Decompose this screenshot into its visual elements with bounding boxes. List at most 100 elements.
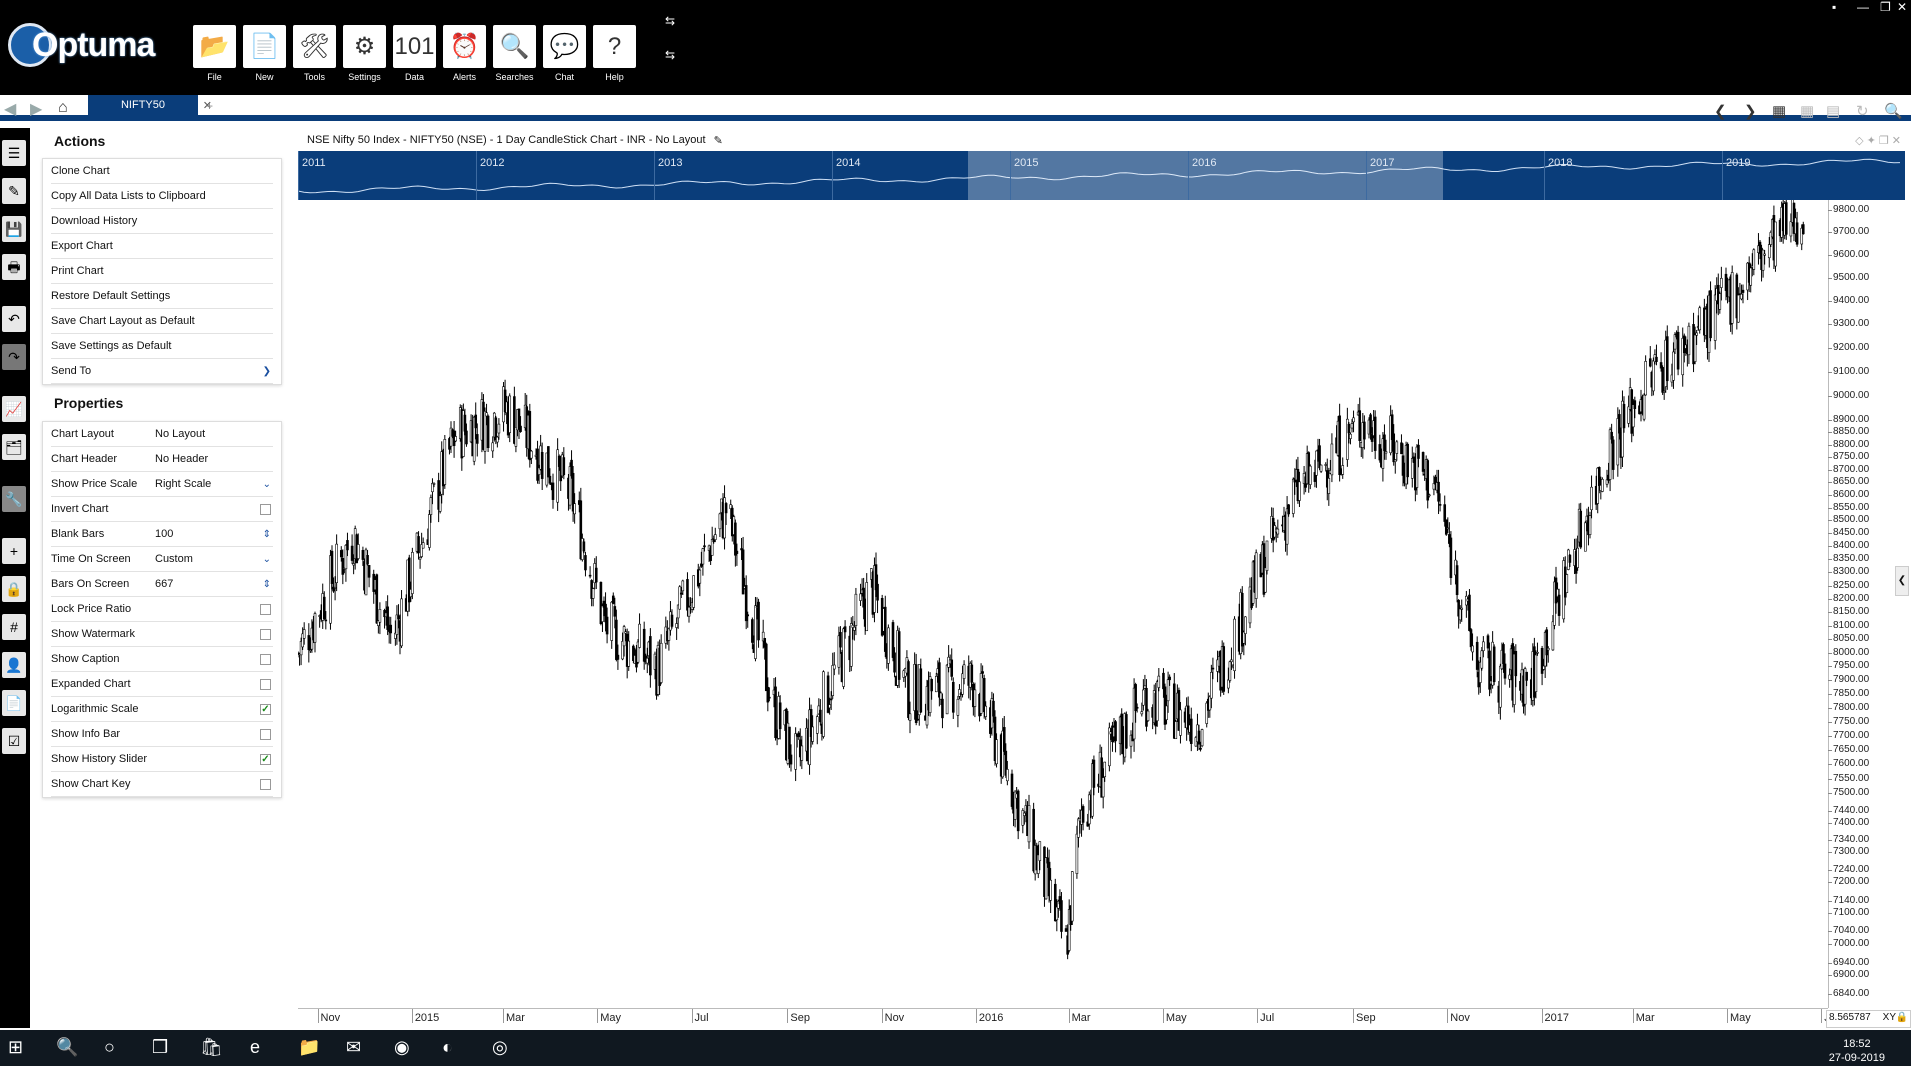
action-export-chart[interactable]: Export Chart [51,234,273,259]
chart-icon[interactable]: 📈 [2,396,26,422]
action-restore-default-settings[interactable]: Restore Default Settings [51,284,273,309]
toolbar-button-alerts[interactable]: ⏰ Alerts [443,25,486,86]
action-save-chart-layout-as-default[interactable]: Save Chart Layout as Default [51,309,273,334]
property-show-caption[interactable]: Show Caption [51,647,273,672]
optuma-taskbar-icon[interactable]: ◎ [492,1037,508,1058]
property-logarithmic-scale[interactable]: Logarithmic Scale ✓ [51,697,273,722]
redo-icon[interactable]: ↷ [2,344,26,370]
property-show-chart-key[interactable]: Show Chart Key [51,772,273,797]
property-bars-on-screen[interactable]: Bars On Screen 667 ⇕ [51,572,273,597]
minimize-icon[interactable]: — [1857,0,1869,14]
toolbar-button-tools[interactable]: 🛠 Tools [293,25,336,86]
checkbox[interactable] [260,628,271,640]
edit-pencil-icon[interactable]: ✎ [714,134,723,147]
maximize-icon[interactable]: ❐ [1880,0,1891,14]
tile-icon[interactable]: ▤ [1826,102,1840,120]
collapse-right-panel-icon[interactable]: ❮ [1895,566,1909,596]
chart-tools-icon[interactable]: ✎ [2,178,26,204]
property-value[interactable]: 667 [155,578,173,590]
property-show-price-scale[interactable]: Show Price Scale Right Scale ⌄ [51,472,273,497]
user-icon[interactable]: 👤 [2,652,26,678]
date-axis[interactable]: Nov 2015 Mar May Jul Sep Nov 2016 Mar May Jul Sep No… [298,1008,1836,1028]
save-icon[interactable]: 💾 [2,216,26,242]
price-chart-area[interactable] [298,200,1828,1008]
add-tab-icon[interactable]: + [206,99,213,113]
toolbar-button-help[interactable]: ? Help [593,25,636,86]
grid-lines-icon[interactable]: # [2,614,26,640]
document-icon[interactable]: 📄 [2,690,26,716]
window-icon[interactable]: ▪ [1832,0,1836,14]
property-time-on-screen[interactable]: Time On Screen Custom ⌄ [51,547,273,572]
print-icon[interactable]: 🖶 [2,254,26,280]
task-view-icon[interactable]: ❒ [152,1037,168,1058]
close-icon[interactable]: ✕ [1897,0,1907,14]
checkbox[interactable] [260,678,271,690]
search-icon[interactable]: 🔍 [1884,102,1903,120]
lock-icon[interactable]: 🔒 [2,576,26,602]
tab-nifty50[interactable]: NIFTY50 ✕ [88,95,212,115]
multi-chart-icon[interactable]: 🗂 [2,434,26,460]
forward-icon[interactable]: ▶ [30,99,42,119]
next-chart-icon[interactable]: ❯ [1744,102,1757,120]
property-blank-bars[interactable]: Blank Bars 100 ⇕ [51,522,273,547]
action-print-chart[interactable]: Print Chart [51,259,273,284]
edge-icon[interactable]: e [250,1037,260,1058]
action-send-to[interactable]: Send To ❯ [51,359,273,384]
property-chart-layout[interactable]: Chart Layout No Layout [51,422,273,447]
properties-tab-icon[interactable]: ☰ [2,140,26,166]
history-slider[interactable]: 2011 2012 2013 2014 2015 2016 2017 2018 2019 [297,151,1905,200]
property-value[interactable]: Right Scale [155,478,211,490]
lock-scale-icon[interactable]: 🔒 [1896,1012,1908,1023]
property-expanded-chart[interactable]: Expanded Chart [51,672,273,697]
spinner-icon[interactable]: ⇕ [263,579,271,590]
checkbox[interactable] [260,728,271,740]
chevron-down-icon[interactable]: ⌄ [263,554,271,565]
chrome-icon[interactable]: ◉ [394,1037,410,1058]
app-icon[interactable]: ◐ [442,1037,453,1058]
mail-icon[interactable]: ✉ [346,1037,361,1058]
cortana-icon[interactable]: ○ [104,1037,115,1058]
checkbox[interactable] [260,503,271,515]
layout-icon[interactable]: ▦ [1772,102,1786,120]
search-icon[interactable]: 🔍 [56,1037,78,1058]
toolbar-button-chat[interactable]: 💬 Chat [543,25,586,86]
toolbar-button-searches[interactable]: 🔍 Searches [493,25,536,86]
property-show-info-bar[interactable]: Show Info Bar [51,722,273,747]
spinner-icon[interactable]: ⇕ [263,529,271,540]
undo-icon[interactable]: ↶ [2,306,26,332]
chart-window-controls-icon[interactable]: ◇ ✦ ❐ ✕ [1855,134,1901,147]
checkbox[interactable] [260,653,271,665]
checkbox[interactable]: ✓ [260,703,271,715]
toolbar-button-settings[interactable]: ⚙ Settings [343,25,386,86]
home-icon[interactable]: ⌂ [58,99,68,117]
property-value[interactable]: No Layout [155,428,205,440]
property-value[interactable]: Custom [155,553,193,565]
action-copy-all-data-lists-to-clipboard[interactable]: Copy All Data Lists to Clipboard [51,184,273,209]
start-icon[interactable]: ⊞ [8,1037,23,1058]
property-show-watermark[interactable]: Show Watermark [51,622,273,647]
prev-chart-icon[interactable]: ❮ [1714,102,1727,120]
wrench-icon[interactable]: 🔧 [2,486,26,512]
checkbox[interactable]: ✓ [260,753,271,765]
action-clone-chart[interactable]: Clone Chart [51,159,273,184]
property-invert-chart[interactable]: Invert Chart [51,497,273,522]
pin-icon[interactable]: ⇆ [665,48,675,62]
grid-icon[interactable]: ▦ [1800,102,1814,120]
checklist-icon[interactable]: ☑ [2,728,26,754]
property-lock-price-ratio[interactable]: Lock Price Ratio [51,597,273,622]
property-value[interactable]: 100 [155,528,173,540]
toolbar-button-file[interactable]: 📂 File [193,25,236,86]
toolbar-button-data[interactable]: 101 Data [393,25,436,86]
file-explorer-icon[interactable]: 📁 [298,1037,320,1058]
toolbar-button-new[interactable]: 📄 New [243,25,286,86]
store-icon[interactable]: 🛍 [200,1037,223,1058]
price-scale[interactable]: 9800.00 9700.00 9600.00 9500.00 9400.00 9300.… [1827,200,1911,1008]
crosshair-icon[interactable]: + [2,538,26,564]
property-chart-header[interactable]: Chart Header No Header [51,447,273,472]
crosshair-mode[interactable]: XY [1883,1012,1896,1023]
property-show-history-slider[interactable]: Show History Slider ✓ [51,747,273,772]
action-download-history[interactable]: Download History [51,209,273,234]
back-icon[interactable]: ◀ [4,99,16,119]
action-save-settings-as-default[interactable]: Save Settings as Default [51,334,273,359]
checkbox[interactable] [260,603,271,615]
